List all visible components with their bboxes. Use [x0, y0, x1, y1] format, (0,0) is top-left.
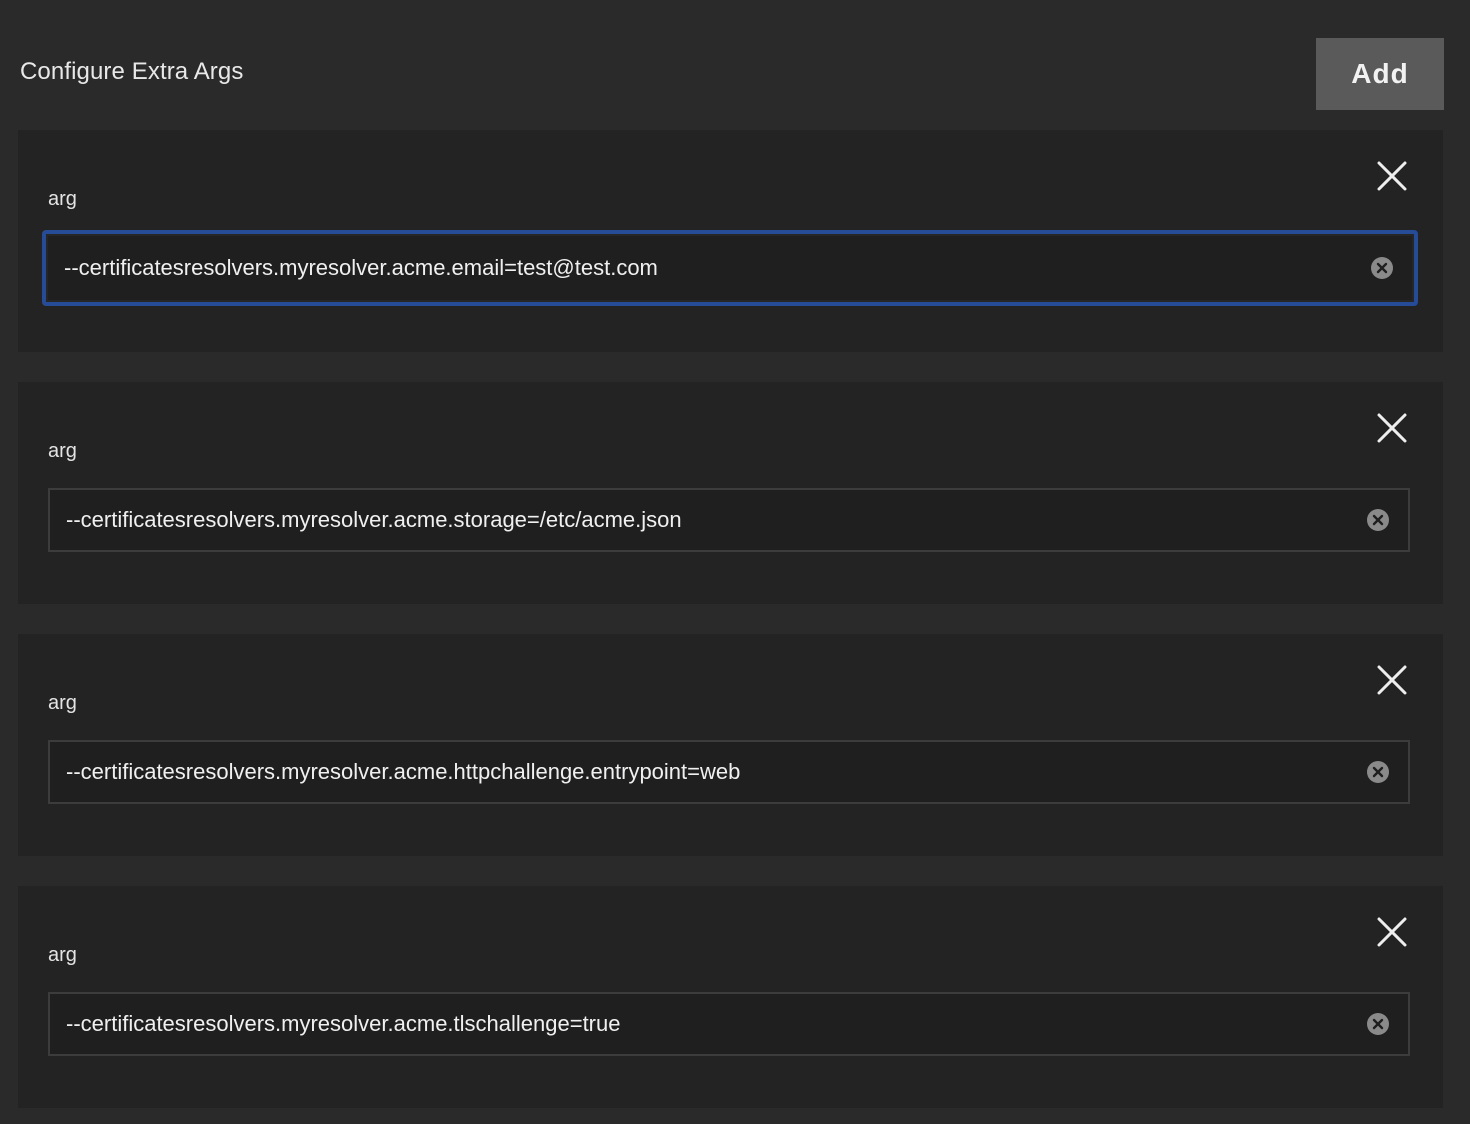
- arg-input[interactable]: [66, 742, 1346, 802]
- header: Configure Extra Args Add: [0, 0, 1470, 120]
- arg-card: arg: [18, 382, 1443, 604]
- remove-arg-button[interactable]: [1372, 660, 1412, 700]
- arg-field: [48, 740, 1410, 804]
- arg-input[interactable]: [66, 994, 1346, 1054]
- arg-input[interactable]: [66, 490, 1346, 550]
- clear-input-button[interactable]: [1366, 1012, 1390, 1036]
- arg-label: arg: [48, 440, 77, 462]
- close-icon: [1377, 413, 1407, 443]
- extra-args-page: Configure Extra Args Add arg --certifica…: [0, 0, 1470, 1124]
- page-title: Configure Extra Args: [20, 58, 244, 85]
- arg-card: arg: [18, 130, 1443, 352]
- remove-arg-button[interactable]: [1372, 912, 1412, 952]
- clear-circle-icon: [1371, 257, 1393, 279]
- clear-input-button[interactable]: [1366, 760, 1390, 784]
- arg-label: arg: [48, 692, 77, 714]
- arg-card: arg: [18, 634, 1443, 856]
- arg-field-inner: [50, 742, 1408, 802]
- arg-field: [48, 488, 1410, 552]
- arg-label: arg: [48, 944, 77, 966]
- arg-field: [48, 992, 1410, 1056]
- clear-input-button[interactable]: [1366, 508, 1390, 532]
- arg-label: arg: [48, 188, 77, 210]
- close-icon: [1377, 665, 1407, 695]
- arg-field: [42, 230, 1418, 306]
- clear-input-button[interactable]: [1370, 256, 1394, 280]
- clear-circle-icon: [1367, 509, 1389, 531]
- close-icon: [1377, 917, 1407, 947]
- arg-field-inner: [50, 490, 1408, 550]
- arg-card: arg: [18, 886, 1443, 1108]
- remove-arg-button[interactable]: [1372, 408, 1412, 448]
- remove-arg-button[interactable]: [1372, 156, 1412, 196]
- clear-circle-icon: [1367, 761, 1389, 783]
- add-button[interactable]: Add: [1316, 38, 1444, 110]
- arg-field-inner: [50, 994, 1408, 1054]
- arg-field-inner: [48, 236, 1412, 300]
- clear-circle-icon: [1367, 1013, 1389, 1035]
- arg-input[interactable]: [64, 236, 1344, 300]
- close-icon: [1377, 161, 1407, 191]
